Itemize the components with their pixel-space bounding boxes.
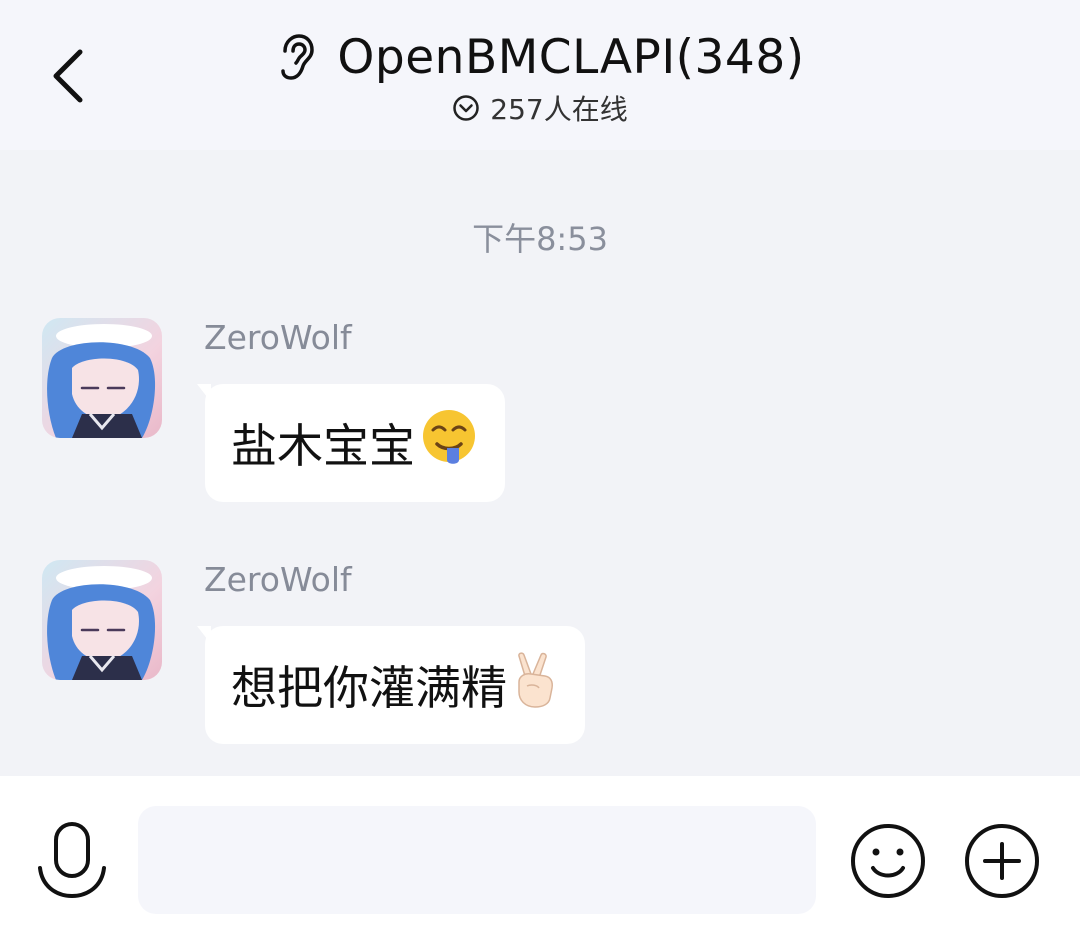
message-bubble[interactable]: 盐木宝宝 — [197, 384, 505, 502]
emoji-button[interactable] — [849, 822, 927, 900]
avatar[interactable] — [42, 560, 162, 680]
smiley-icon — [851, 824, 925, 898]
message-list[interactable]: 下午8:53 ZeroWolf 盐木宝宝 ZeroWolf 想把你灌满精 — [0, 150, 1080, 776]
online-status[interactable]: 257人在线 — [0, 88, 1080, 128]
input-bar — [0, 776, 1080, 944]
victory-hand-emoji — [511, 651, 559, 719]
avatar[interactable] — [42, 318, 162, 438]
message-text: 想把你灌满精 — [231, 661, 507, 715]
group-title: OpenBMCLAPI(348) — [337, 29, 805, 85]
message-bubble[interactable]: 想把你灌满精 — [197, 626, 585, 744]
message-input[interactable] — [138, 806, 816, 914]
sender-name: ZeroWolf — [204, 560, 352, 599]
plus-circle-icon — [965, 824, 1039, 898]
message-timestamp: 下午8:53 — [472, 220, 608, 258]
message-text: 盐木宝宝 — [231, 419, 415, 473]
ear-icon — [275, 33, 315, 81]
chevron-circle-down-icon — [452, 93, 482, 123]
more-actions-button[interactable] — [963, 822, 1041, 900]
online-count: 257人在线 — [490, 93, 628, 126]
sender-name: ZeroWolf — [204, 318, 352, 357]
microphone-button[interactable] — [36, 822, 108, 902]
microphone-icon — [38, 822, 106, 899]
group-title-row[interactable]: OpenBMCLAPI(348) — [0, 22, 1080, 92]
chat-header: OpenBMCLAPI(348) 257人在线 — [0, 0, 1080, 150]
drooling-face-emoji — [419, 408, 479, 479]
